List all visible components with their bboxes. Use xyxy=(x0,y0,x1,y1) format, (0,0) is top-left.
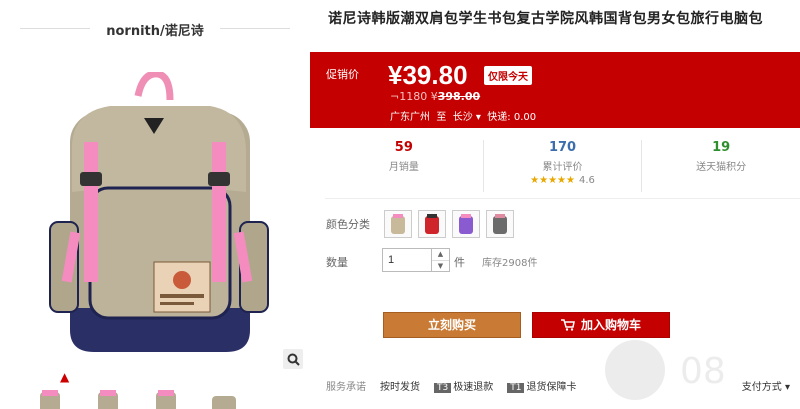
monthly-sales: 59 月销量 xyxy=(325,140,484,192)
quantity-input[interactable] xyxy=(382,248,432,272)
color-swatches xyxy=(384,210,514,238)
thumbnail-4[interactable] xyxy=(204,388,244,409)
service-fast-refund[interactable]: T3 极速退款 xyxy=(434,378,493,393)
current-price: ¥39.80 xyxy=(388,60,468,90)
tmall-points-value: 19 xyxy=(712,140,731,155)
brand-name[interactable]: nornith/诺尼诗 xyxy=(0,20,310,39)
promo-label: 促销价 xyxy=(326,68,359,81)
decrement-icon[interactable]: ▼ xyxy=(432,261,449,272)
product-gallery: nornith/诺尼诗 ▲ xyxy=(0,0,310,409)
service-return-card[interactable]: T1 退货保障卡 xyxy=(507,378,576,393)
total-reviews-value[interactable]: 170 xyxy=(484,140,642,155)
thumbnail-scroll-up-icon[interactable]: ▲ xyxy=(60,370,69,384)
return-card-label: 退货保障卡 xyxy=(526,382,577,393)
thumbnail-2[interactable] xyxy=(88,388,128,409)
watermark-text: 08 xyxy=(680,351,726,392)
zoom-button[interactable] xyxy=(283,349,303,369)
quantity-unit: 件 xyxy=(454,256,465,269)
ship-to-label: 至 xyxy=(436,112,447,123)
original-price-value: 398.00 xyxy=(437,90,481,103)
magnifier-icon xyxy=(287,353,300,366)
color-swatch-grey[interactable] xyxy=(486,210,514,238)
ship-from: 广东广州 xyxy=(390,112,430,123)
quantity-label: 数量 xyxy=(326,256,348,269)
chevron-down-icon[interactable]: ▾ xyxy=(476,112,481,123)
rating-stars: ★★★★★ 4.6 xyxy=(530,175,595,186)
total-reviews[interactable]: 170 累计评价 ★★★★★ 4.6 xyxy=(484,140,643,192)
cart-icon xyxy=(560,319,575,331)
color-swatch-red[interactable] xyxy=(418,210,446,238)
fast-refund-label: 极速退款 xyxy=(453,382,494,393)
service-label: 服务承诺 xyxy=(326,382,366,393)
quantity-stepper[interactable]: ▲ ▼ xyxy=(432,248,450,272)
shipping-fee: 快递: 0.00 xyxy=(487,112,537,123)
increment-icon[interactable]: ▲ xyxy=(432,249,449,261)
tmall-points: 19 送天猫积分 xyxy=(642,140,800,192)
ship-to-select[interactable]: 长沙 xyxy=(453,112,473,123)
t3-badge-icon: T3 xyxy=(434,383,452,393)
thumbnail-3[interactable] xyxy=(146,388,186,409)
monthly-sales-label: 月销量 xyxy=(388,162,419,173)
limited-today-badge: 仅限今天 xyxy=(484,66,532,85)
thumbnail-1[interactable] xyxy=(30,388,70,409)
add-to-cart-label: 加入购物车 xyxy=(580,318,641,332)
original-price-prefix: ¬1180 ¥ xyxy=(390,90,438,103)
rating-value: 4.6 xyxy=(578,175,595,186)
original-price: ¬1180 ¥398.00 xyxy=(390,90,480,103)
brand-divider-right xyxy=(220,28,290,29)
stock-count: 库存2908件 xyxy=(482,258,538,269)
monthly-sales-value: 59 xyxy=(394,140,413,155)
product-title: 诺尼诗韩版潮双肩包学生书包复古学院风韩国背包男女包旅行电脑包 xyxy=(328,11,763,27)
color-swatch-purple[interactable] xyxy=(452,210,480,238)
t1-badge-icon: T1 xyxy=(507,383,525,393)
thumbnail-strip xyxy=(30,388,290,409)
service-on-time[interactable]: 按时发货 xyxy=(380,378,420,393)
shipping-info: 广东广州 至 长沙 ▾ 快递: 0.00 xyxy=(390,108,536,123)
buy-now-button[interactable]: 立刻购买 xyxy=(383,312,521,338)
total-reviews-label: 累计评价 xyxy=(542,162,583,173)
sales-stats: 59 月销量 170 累计评价 ★★★★★ 4.6 19 送天猫积分 xyxy=(325,140,800,192)
watermark-logo: 08 xyxy=(605,340,726,400)
product-main-image[interactable] xyxy=(40,72,276,362)
price-box: 促销价 ¥39.80 仅限今天 ¬1180 ¥398.00 广东广州 至 长沙 … xyxy=(310,52,800,128)
stats-divider xyxy=(325,198,800,199)
tmall-points-label: 送天猫积分 xyxy=(696,162,747,173)
color-label: 颜色分类 xyxy=(326,218,370,231)
color-swatch-khaki[interactable] xyxy=(384,210,412,238)
